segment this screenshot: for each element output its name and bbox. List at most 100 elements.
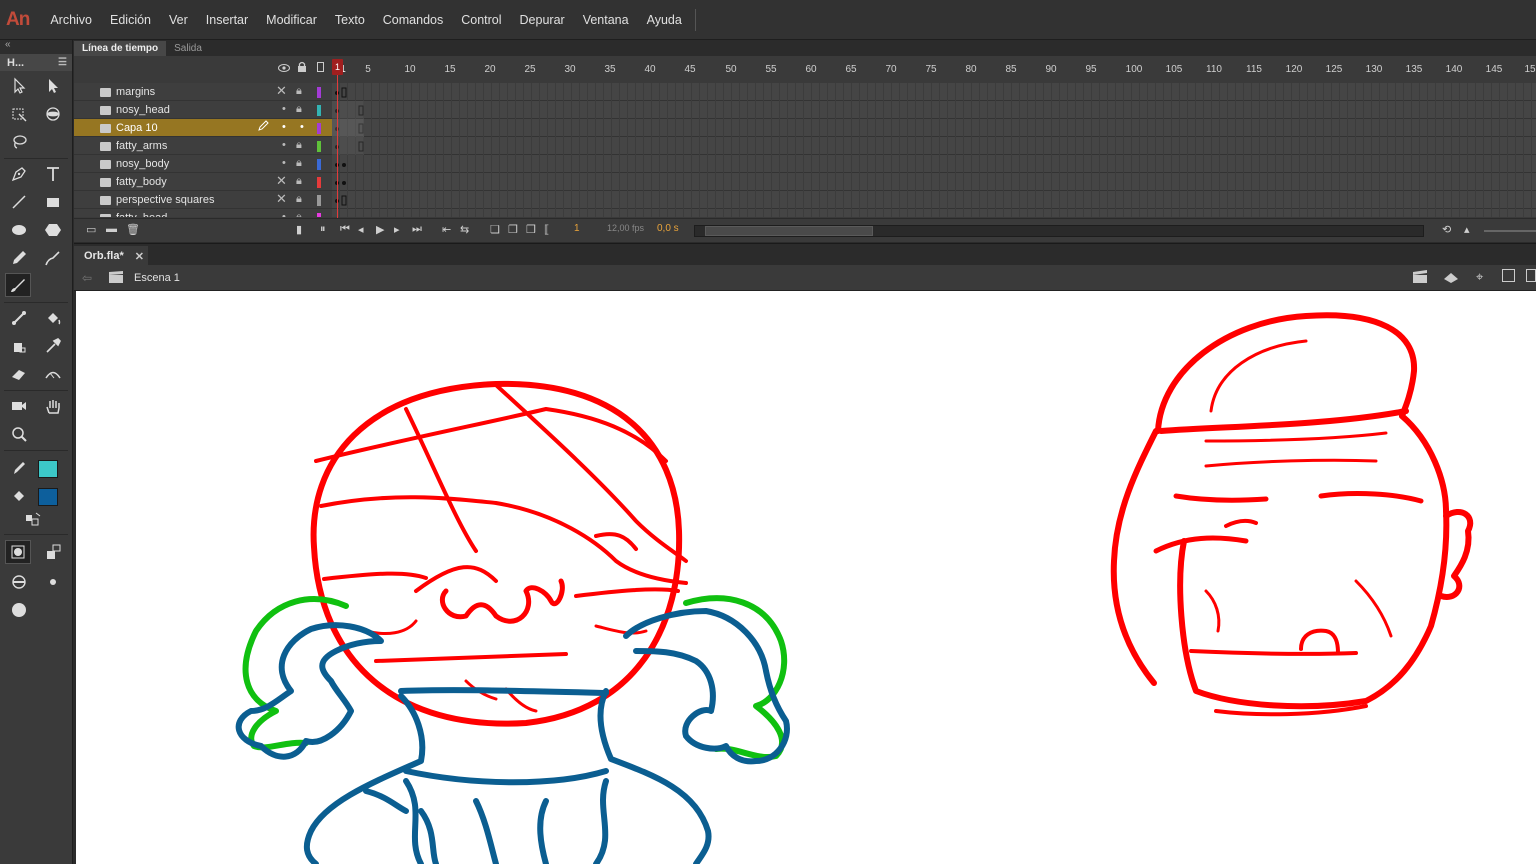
frame-grid[interactable]	[332, 83, 1536, 217]
delete-layer-icon[interactable]: 🗑︎	[126, 223, 140, 236]
playhead-line[interactable]	[337, 60, 338, 218]
lock-icon[interactable]: 🔒︎	[296, 139, 302, 152]
show-hide-all-icon[interactable]	[278, 62, 290, 76]
first-frame-icon[interactable]: ⏮	[340, 223, 350, 236]
brush-shape-icon[interactable]	[6, 598, 32, 622]
lock-icon[interactable]: 🔒︎	[296, 103, 302, 116]
hidden-x-icon[interactable]: ✕	[276, 173, 287, 189]
camera-layer-icon[interactable]: ▮	[296, 223, 302, 236]
layer-row[interactable]: margins ✕ 🔒︎	[74, 83, 332, 101]
stage-canvas[interactable]	[76, 291, 1536, 864]
pencil-tool-icon[interactable]	[6, 246, 32, 270]
center-stage-icon[interactable]: ⌖	[1476, 269, 1483, 285]
onion-outline-icon[interactable]: ❐	[508, 223, 518, 236]
lock-fill-icon[interactable]	[40, 540, 66, 564]
lock-icon[interactable]: 🔒︎	[296, 157, 302, 170]
visible-dot-icon[interactable]: •	[282, 157, 286, 169]
scene-name[interactable]: Escena 1	[134, 272, 180, 284]
eraser-tool-icon[interactable]	[6, 362, 32, 386]
free-transform-tool-icon[interactable]	[6, 102, 32, 126]
clip-stage-icon[interactable]	[1502, 269, 1515, 282]
stroke-color-swatch[interactable]	[38, 460, 58, 478]
3d-rotation-tool-icon[interactable]	[40, 102, 66, 126]
layer-row[interactable]: fatty_arms • 🔒︎	[74, 137, 332, 155]
menu-texto[interactable]: Texto	[326, 13, 374, 27]
brush-size-icon[interactable]	[40, 570, 66, 594]
new-folder-icon[interactable]: ▬	[106, 223, 117, 235]
oval-tool-icon[interactable]	[6, 218, 32, 242]
tab-output[interactable]: Salida	[166, 41, 210, 56]
menu-depurar[interactable]: Depurar	[511, 13, 574, 27]
keyframes[interactable]	[332, 83, 372, 217]
last-frame-icon[interactable]: ⏭	[412, 223, 422, 236]
pen-tool-icon[interactable]	[6, 162, 32, 186]
object-drawing-icon[interactable]	[5, 540, 31, 564]
menu-modificar[interactable]: Modificar	[257, 13, 326, 27]
menu-ventana[interactable]: Ventana	[574, 13, 638, 27]
layer-row[interactable]: nosy_head • 🔒︎	[74, 101, 332, 119]
drawing-artwork[interactable]	[76, 291, 1536, 864]
edit-scene-icon[interactable]	[1412, 269, 1430, 288]
back-arrow-icon[interactable]: ⇦	[82, 271, 92, 285]
lock-icon[interactable]: 🔒︎	[296, 85, 302, 98]
parent-view-icon[interactable]: ⏸	[320, 223, 326, 236]
menu-comandos[interactable]: Comandos	[374, 13, 452, 27]
timeline-scrollbar[interactable]	[694, 225, 1424, 237]
zoom-tool-icon[interactable]	[6, 422, 32, 446]
zoom-out-icon[interactable]: ▴	[1464, 223, 1470, 236]
paint-bucket-tool-icon[interactable]	[40, 306, 66, 330]
menu-control[interactable]: Control	[452, 13, 510, 27]
menu-ver[interactable]: Ver	[160, 13, 197, 27]
menu-insertar[interactable]: Insertar	[197, 13, 257, 27]
fill-color-swatch[interactable]	[38, 488, 58, 506]
unlocked-dot-icon[interactable]: •	[300, 121, 304, 133]
outline-all-icon[interactable]	[317, 62, 324, 72]
eyedropper-tool-icon[interactable]	[40, 334, 66, 358]
menu-edicion[interactable]: Edición	[101, 13, 160, 27]
time-readout[interactable]: 0,0 s	[657, 223, 679, 234]
scroll-thumb[interactable]	[705, 226, 873, 236]
collapse-icon[interactable]: «	[5, 39, 11, 50]
brush-tool-icon[interactable]	[5, 273, 31, 297]
layer-row[interactable]: perspective squares ✕ 🔒︎	[74, 191, 332, 209]
camera-tool-icon[interactable]	[6, 394, 32, 418]
loop-icon[interactable]: ⇆	[460, 223, 469, 236]
layer-color[interactable]	[317, 141, 321, 152]
layer-row[interactable]: nosy_body • 🔒︎	[74, 155, 332, 173]
visible-dot-icon[interactable]: •	[282, 121, 286, 133]
layer-color[interactable]	[317, 213, 321, 217]
fps-readout[interactable]: 12,00 fps	[607, 223, 644, 233]
layer-color[interactable]	[317, 105, 321, 116]
visible-dot-icon[interactable]: •	[282, 211, 286, 217]
step-back-icon[interactable]: ◂	[358, 223, 364, 236]
edit-symbol-icon[interactable]	[1442, 269, 1460, 288]
menu-ayuda[interactable]: Ayuda	[638, 13, 691, 27]
swap-colors-icon[interactable]	[20, 510, 46, 530]
brush-mode-icon[interactable]	[6, 570, 32, 594]
lasso-tool-icon[interactable]	[6, 130, 32, 154]
bone-tool-icon[interactable]	[6, 306, 32, 330]
toolbox-collapse-bar[interactable]: «	[0, 39, 72, 54]
rectangle-tool-icon[interactable]	[40, 190, 66, 214]
document-tab[interactable]: Orb.fla* ✕	[74, 246, 148, 266]
layer-row[interactable]: fatty_body ✕ 🔒︎	[74, 173, 332, 191]
refresh-icon[interactable]: ⟲	[1442, 223, 1451, 236]
lock-icon[interactable]: 🔒︎	[296, 175, 302, 188]
layer-color[interactable]	[317, 177, 321, 188]
polystar-tool-icon[interactable]	[40, 218, 66, 242]
visible-dot-icon[interactable]: •	[282, 103, 286, 115]
layer-color[interactable]	[317, 123, 321, 134]
lock-all-icon[interactable]	[297, 61, 307, 76]
subselection-tool-icon[interactable]	[40, 74, 66, 98]
hidden-x-icon[interactable]: ✕	[276, 83, 287, 99]
selection-tool-icon[interactable]	[6, 74, 32, 98]
line-tool-icon[interactable]	[6, 190, 32, 214]
new-layer-icon[interactable]: ▭	[86, 223, 96, 236]
hand-tool-icon[interactable]	[40, 394, 66, 418]
layer-color[interactable]	[317, 195, 321, 206]
playhead[interactable]: 1	[332, 59, 343, 75]
layer-color[interactable]	[317, 159, 321, 170]
edit-multiple-icon[interactable]: ❒	[526, 223, 536, 236]
center-frame-icon[interactable]: ⇤	[442, 223, 451, 236]
step-forward-icon[interactable]: ▸	[394, 223, 400, 236]
